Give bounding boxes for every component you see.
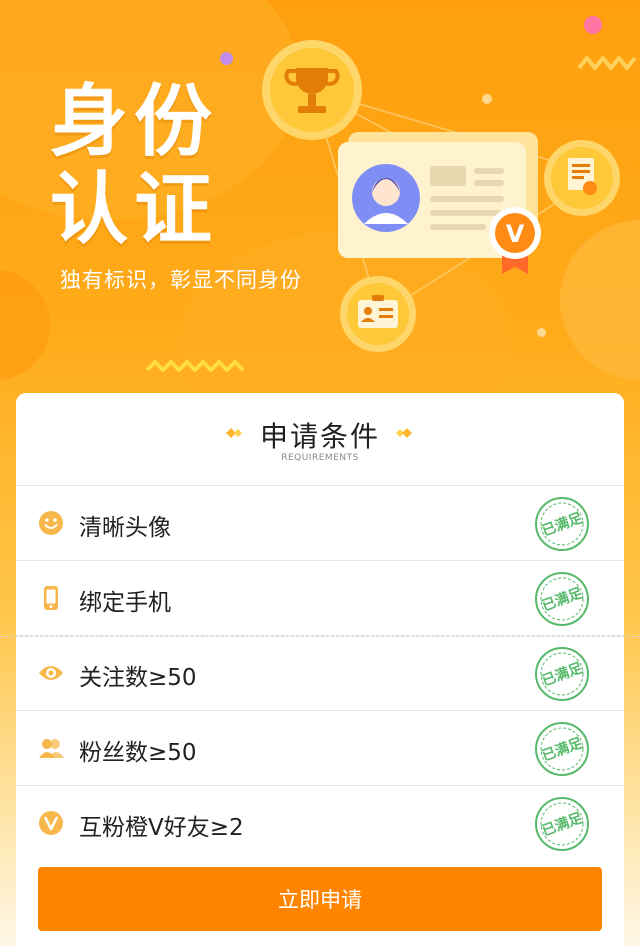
hero-title: 身份 认证 [50, 77, 219, 255]
status-stamp: 已满足 [534, 646, 590, 702]
list-item: 粉丝数≥50 已满足 [16, 710, 624, 785]
decor-dot [537, 328, 546, 337]
card-header: 申请条件 REQUIREMENTS [16, 393, 624, 485]
phone-icon [44, 586, 58, 610]
trophy-icon [262, 40, 362, 140]
v-badge-icon: V [489, 207, 541, 274]
requirement-label: 粉丝数≥50 [79, 740, 197, 766]
certificate-icon [544, 140, 620, 216]
hero-banner: 身份 认证 独有标识，彰显不同身份 V [0, 0, 640, 400]
status-stamp: 已满足 [534, 496, 590, 552]
list-item: 绑定手机 已满足 [16, 560, 624, 635]
requirement-label: 绑定手机 [79, 590, 171, 616]
zigzag-decor [577, 56, 637, 70]
hero-subtitle: 独有标识，彰显不同身份 [60, 268, 302, 292]
requirements-list: 清晰头像 已满足 绑定手机 已满足 关注数≥50 已满足 粉丝数≥50 已满足 … [16, 485, 624, 860]
card-subtitle: REQUIREMENTS [281, 453, 359, 463]
requirements-card: 申请条件 REQUIREMENTS 清晰头像 已满足 绑定手机 已满足 关注数≥… [16, 393, 624, 946]
smiley-icon [39, 511, 63, 535]
decor-dot [584, 16, 602, 34]
eye-icon [39, 666, 63, 680]
fans-icon [39, 739, 64, 758]
decor-dot [220, 52, 233, 65]
v-badge-letter: V [506, 220, 525, 248]
decor-dot [482, 94, 492, 104]
requirement-label: 关注数≥50 [79, 665, 197, 691]
apply-button[interactable]: 立即申请 [38, 867, 602, 931]
divider [0, 636, 640, 637]
list-item: 互粉橙V好友≥2 已满足 [16, 785, 624, 860]
requirement-label: 互粉橙V好友≥2 [79, 815, 244, 841]
v-badge-icon [39, 811, 63, 835]
status-stamp: 已满足 [534, 721, 590, 777]
id-badge-icon [340, 276, 416, 352]
card-title: 申请条件 [259, 420, 380, 453]
zigzag-decor [145, 360, 245, 372]
status-stamp: 已满足 [534, 796, 590, 852]
status-stamp: 已满足 [534, 571, 590, 627]
requirement-label: 清晰头像 [79, 515, 171, 541]
list-item: 清晰头像 已满足 [16, 485, 624, 560]
list-item: 关注数≥50 已满足 [16, 635, 624, 710]
diamond-decor-icon [396, 428, 412, 438]
